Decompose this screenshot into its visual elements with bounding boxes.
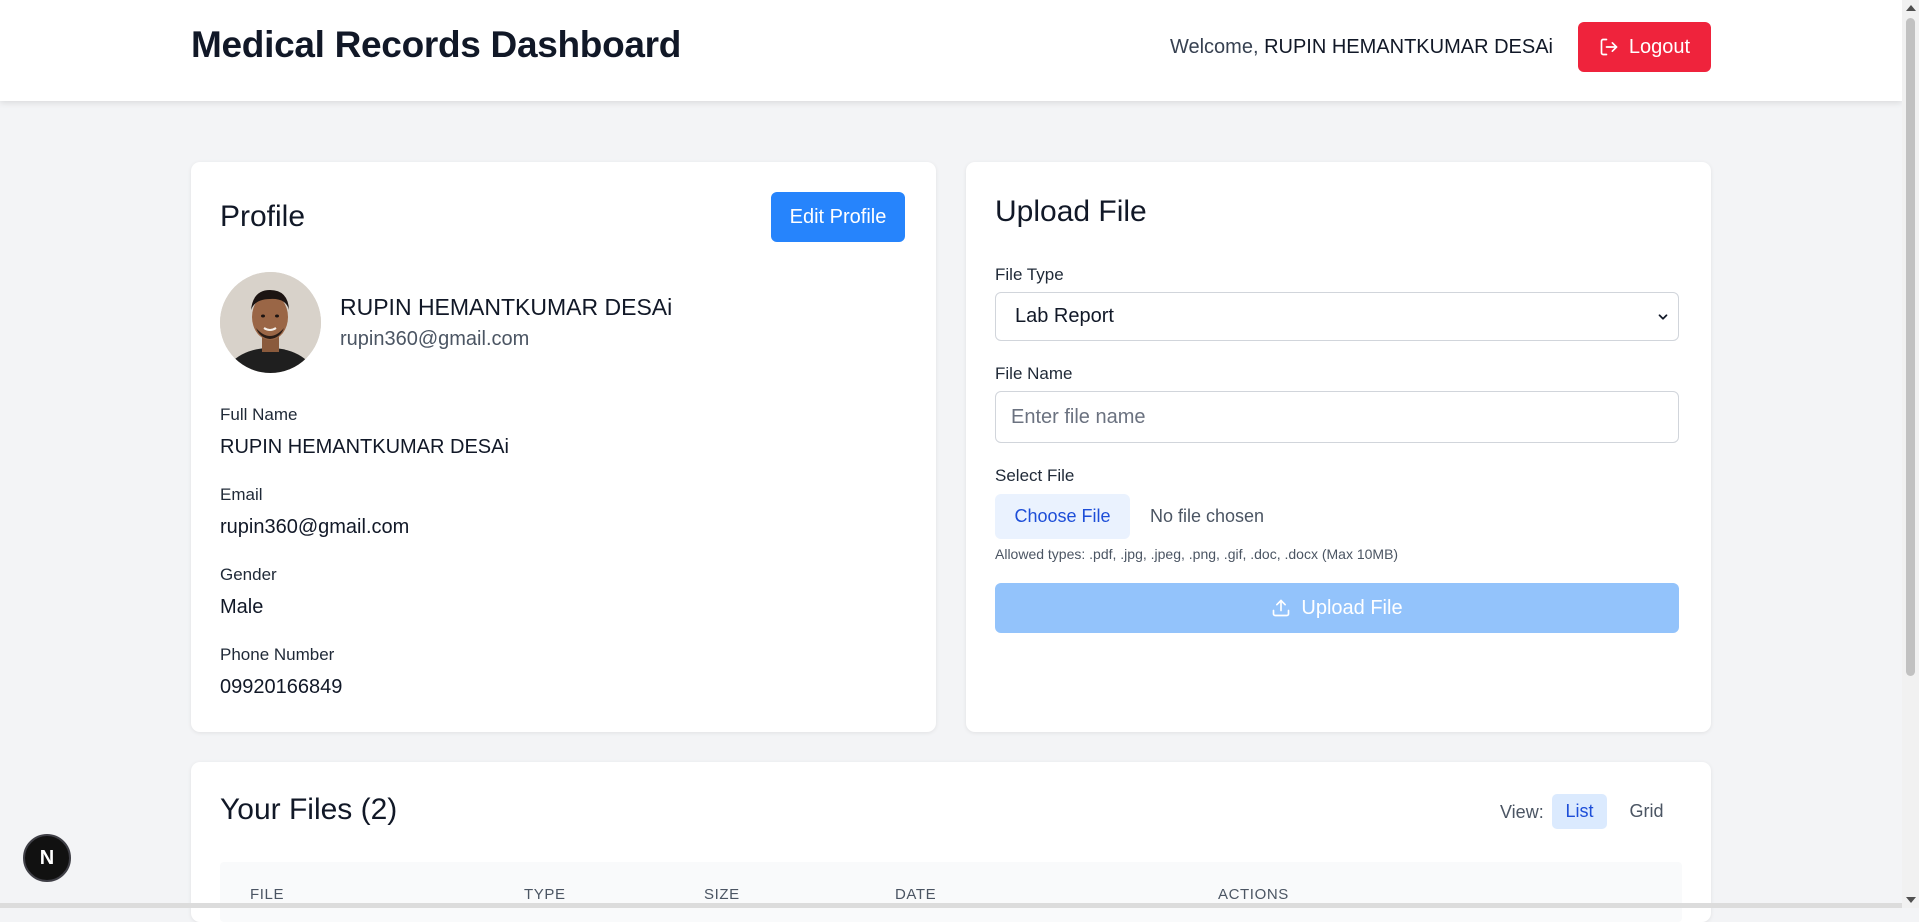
logout-icon — [1600, 38, 1618, 56]
profile-card: Profile Edit Profile RUPIN HEMANTKUMAR D… — [191, 162, 936, 732]
upload-card: Upload File File Type Lab Report File Na… — [966, 162, 1711, 732]
files-card: Your Files (2) View: List Grid FILE TYPE… — [191, 762, 1711, 922]
phone-label: Phone Number — [220, 645, 335, 664]
edit-profile-button[interactable]: Edit Profile — [771, 192, 905, 242]
logout-button[interactable]: Logout — [1578, 22, 1711, 72]
chevron-down-icon — [1658, 313, 1668, 320]
profile-email: rupin360@gmail.com — [340, 328, 530, 350]
scrollbar-thumb[interactable] — [1906, 18, 1915, 676]
file-type-select[interactable]: Lab Report — [995, 292, 1679, 341]
file-name-label: File Name — [995, 364, 1073, 383]
vertical-scrollbar[interactable] — [1902, 0, 1919, 908]
view-label: View: — [1500, 802, 1544, 822]
allowed-types-hint: Allowed types: .pdf, .jpg, .jpeg, .png, … — [995, 546, 1399, 562]
app-title: Medical Records Dashboard — [191, 24, 682, 65]
logout-label: Logout — [1628, 35, 1691, 58]
profile-name: RUPIN HEMANTKUMAR DESAi — [340, 294, 673, 320]
email-label: Email — [220, 485, 263, 504]
column-header-type: TYPE — [524, 886, 566, 903]
upload-file-button-label: Upload File — [1301, 596, 1403, 619]
dev-tools-badge[interactable]: N — [23, 834, 71, 882]
avatar — [220, 272, 321, 373]
file-name-input[interactable] — [995, 391, 1679, 443]
full-name-label: Full Name — [220, 405, 298, 424]
scroll-up-arrow[interactable] — [1906, 5, 1916, 11]
no-file-text: No file chosen — [1150, 506, 1265, 526]
file-type-label: File Type — [995, 265, 1064, 284]
gender-value: Male — [220, 596, 264, 618]
view-list-button[interactable]: List — [1552, 794, 1607, 829]
phone-value: 09920166849 — [220, 676, 343, 698]
full-name-value: RUPIN HEMANTKUMAR DESAi — [220, 436, 509, 458]
welcome-user-name: RUPIN HEMANTKUMAR DESAi — [1264, 36, 1553, 58]
column-header-file: FILE — [250, 886, 285, 903]
scroll-down-arrow[interactable] — [1906, 897, 1916, 903]
files-table-header: FILE TYPE SIZE DATE ACTIONS — [220, 862, 1682, 922]
gender-label: Gender — [220, 565, 277, 584]
view-grid-button[interactable]: Grid — [1619, 794, 1674, 829]
column-header-actions: ACTIONS — [1218, 886, 1289, 903]
welcome-prefix: Welcome, — [1169, 36, 1259, 58]
column-header-size: SIZE — [704, 886, 740, 903]
upload-file-button[interactable]: Upload File — [995, 583, 1679, 633]
column-header-date: DATE — [895, 886, 937, 903]
files-title: Your Files (2) — [220, 793, 398, 826]
top-header: Medical Records Dashboard Welcome, RUPIN… — [0, 0, 1902, 101]
email-value: rupin360@gmail.com — [220, 516, 410, 538]
profile-title: Profile — [220, 200, 306, 233]
upload-icon — [1273, 599, 1290, 617]
select-file-label: Select File — [995, 466, 1075, 485]
choose-file-button[interactable]: Choose File — [995, 494, 1130, 539]
welcome-message: Welcome, RUPIN HEMANTKUMAR DESAi — [1170, 36, 1553, 59]
upload-title: Upload File — [995, 195, 1147, 228]
file-type-selected: Lab Report — [1015, 305, 1114, 327]
badge-letter: N — [39, 846, 55, 869]
horizontal-scrollbar[interactable] — [0, 903, 1902, 908]
